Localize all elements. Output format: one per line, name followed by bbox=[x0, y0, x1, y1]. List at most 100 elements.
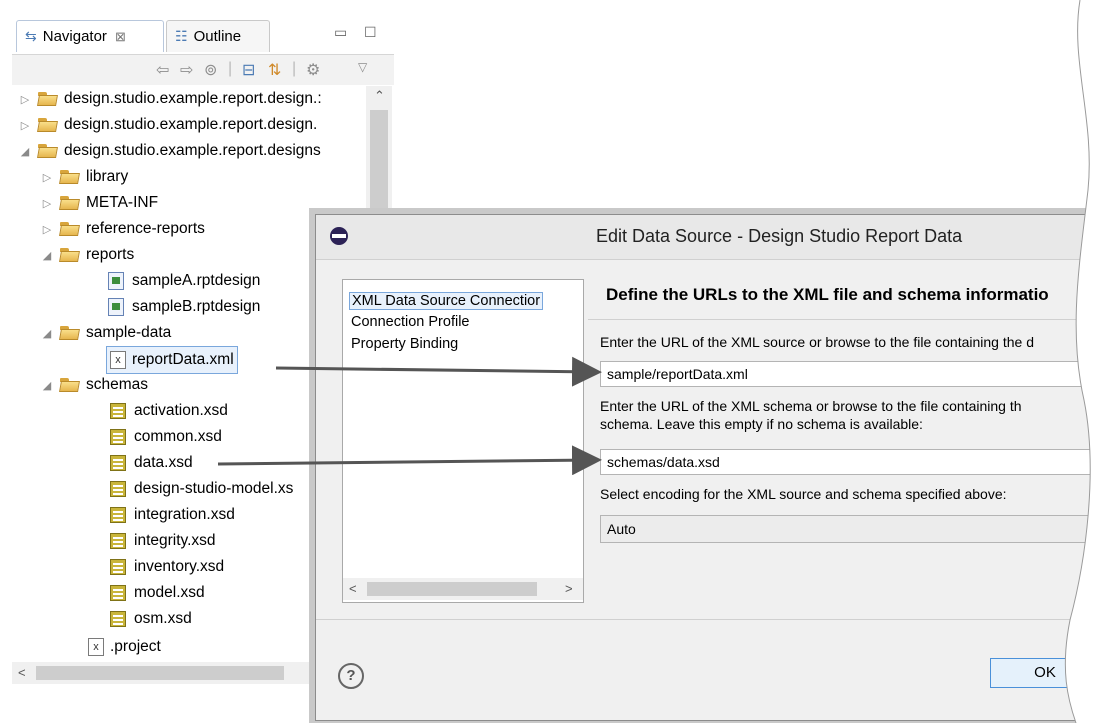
tab-outline[interactable]: ☷ Outline bbox=[166, 20, 270, 52]
tree-item-label: inventory.xsd bbox=[134, 558, 225, 575]
forward-icon[interactable]: ⇨ bbox=[180, 60, 193, 80]
folder-icon bbox=[60, 196, 80, 210]
expand-icon[interactable]: ▷ bbox=[40, 197, 54, 210]
dialog-title: Edit Data Source - Design Studio Report … bbox=[596, 226, 963, 246]
tree-item-label: reports bbox=[86, 246, 135, 263]
tree-item-label: reference-reports bbox=[86, 220, 205, 237]
tree-item-selected[interactable]: x reportData.xml bbox=[106, 346, 238, 374]
link-with-editor-icon[interactable]: ⇅ bbox=[268, 60, 281, 80]
tree-item[interactable]: osm.xsd bbox=[110, 606, 192, 632]
view-menu-icon[interactable]: ▽ bbox=[358, 60, 367, 74]
tree-item[interactable]: ▷ design.studio.example.report.design. bbox=[18, 112, 318, 138]
eclipse-icon bbox=[330, 227, 348, 245]
filter-icon[interactable]: ⚙ bbox=[306, 60, 320, 80]
page-list: XML Data Source Connectior Connection Pr… bbox=[342, 279, 584, 603]
expand-icon[interactable]: ▷ bbox=[40, 171, 54, 184]
up-icon[interactable]: ⊚ bbox=[204, 60, 217, 80]
minimize-icon[interactable]: ▭ bbox=[334, 24, 347, 41]
tree-item[interactable]: ▷ reference-reports bbox=[40, 216, 205, 242]
collapse-icon[interactable]: ◢ bbox=[40, 379, 54, 392]
xsd-file-icon bbox=[110, 403, 126, 419]
tree-item[interactable]: ◢ design.studio.example.report.designs bbox=[18, 138, 321, 164]
tree-item[interactable]: data.xsd bbox=[110, 450, 193, 476]
scroll-thumb[interactable] bbox=[367, 582, 537, 596]
tree-item[interactable]: ◢ sample-data bbox=[40, 320, 172, 346]
edit-data-source-dialog: Edit Data Source - Design Studio Report … bbox=[315, 214, 1101, 721]
scroll-up-icon[interactable]: ⌃ bbox=[374, 88, 385, 104]
dialog-title-bar[interactable]: Edit Data Source - Design Studio Report … bbox=[316, 215, 1101, 260]
tree-item[interactable]: common.xsd bbox=[110, 424, 222, 450]
xml-source-input[interactable]: sample/reportData.xml bbox=[600, 361, 1101, 387]
expand-icon[interactable]: ▷ bbox=[18, 93, 32, 106]
tab-navigator[interactable]: ⇆ Navigator ⊠ bbox=[16, 20, 164, 52]
tree-item[interactable]: model.xsd bbox=[110, 580, 205, 606]
folder-icon bbox=[60, 170, 80, 184]
tree-item-label: activation.xsd bbox=[134, 402, 228, 419]
collapse-icon[interactable]: ◢ bbox=[40, 249, 54, 262]
schema-label-line2: schema. Leave this empty if no schema is… bbox=[600, 416, 923, 432]
page-item-property-binding[interactable]: Property Binding bbox=[351, 336, 458, 352]
xsd-file-icon bbox=[110, 429, 126, 445]
tree-item-label: sampleA.rptdesign bbox=[132, 272, 261, 289]
tree-item[interactable]: sampleB.rptdesign bbox=[108, 294, 260, 320]
horizontal-scrollbar[interactable]: < > bbox=[343, 578, 583, 600]
tree-item-label: data.xsd bbox=[134, 454, 193, 471]
tree-item[interactable]: inventory.xsd bbox=[110, 554, 224, 580]
navigator-toolbar: ⇦ ⇨ ⊚ | ⊟ ⇅ | ⚙ ▽ bbox=[12, 54, 394, 85]
tree-item[interactable]: ▷ design.studio.example.report.design.: bbox=[18, 86, 322, 112]
project-folder-icon bbox=[38, 92, 58, 106]
scroll-thumb[interactable] bbox=[370, 110, 388, 228]
scroll-left-icon[interactable]: < bbox=[349, 581, 357, 596]
horizontal-scrollbar[interactable]: < bbox=[12, 662, 366, 684]
collapse-icon[interactable]: ◢ bbox=[18, 145, 32, 158]
divider bbox=[316, 619, 1101, 620]
encoding-select[interactable]: Auto bbox=[600, 515, 1101, 543]
folder-icon bbox=[60, 222, 80, 236]
encoding-label: Select encoding for the XML source and s… bbox=[600, 486, 1007, 502]
tree-item[interactable]: ◢ reports bbox=[40, 242, 134, 268]
xsd-file-icon bbox=[110, 611, 126, 627]
tree-item-label: common.xsd bbox=[134, 428, 222, 445]
tab-navigator-label: Navigator bbox=[42, 28, 107, 45]
page-heading: Define the URLs to the XML file and sche… bbox=[606, 285, 1049, 304]
tree-item-label: integrity.xsd bbox=[134, 532, 216, 549]
view-tab-bar: ⇆ Navigator ⊠ ☷ Outline ▭ ☐ bbox=[12, 14, 394, 56]
maximize-icon[interactable]: ☐ bbox=[364, 24, 377, 41]
report-design-icon bbox=[108, 272, 124, 290]
help-icon[interactable]: ? bbox=[338, 663, 364, 689]
scroll-thumb[interactable] bbox=[36, 666, 284, 680]
collapse-all-icon[interactable]: ⊟ bbox=[242, 60, 255, 80]
tree-item[interactable]: sampleA.rptdesign bbox=[108, 268, 260, 294]
tree-item-label: model.xsd bbox=[134, 584, 205, 601]
xml-file-icon: x bbox=[110, 351, 126, 369]
page-item-xml-connection[interactable]: XML Data Source Connectior bbox=[349, 292, 544, 310]
xsd-file-icon bbox=[110, 533, 126, 549]
xsd-file-icon bbox=[110, 507, 126, 523]
tree-item-label: .project bbox=[110, 638, 161, 655]
project-file-icon: x bbox=[88, 638, 104, 656]
tree-item[interactable]: ▷ META-INF bbox=[40, 190, 158, 216]
close-icon[interactable]: ⊠ bbox=[115, 29, 126, 45]
schema-input[interactable]: schemas/data.xsd bbox=[600, 449, 1101, 475]
navigator-tree: ▷ design.studio.example.report.design.: ▷… bbox=[12, 86, 364, 662]
expand-icon[interactable]: ▷ bbox=[40, 223, 54, 236]
page-item-connection-profile[interactable]: Connection Profile bbox=[351, 314, 470, 330]
tree-item[interactable]: x .project bbox=[88, 634, 161, 660]
folder-icon bbox=[60, 326, 80, 340]
xsd-file-icon bbox=[110, 559, 126, 575]
tree-item[interactable]: ▷ library bbox=[40, 164, 128, 190]
tree-item[interactable]: integration.xsd bbox=[110, 502, 235, 528]
tree-item-label: schemas bbox=[86, 376, 149, 393]
back-icon[interactable]: ⇦ bbox=[156, 60, 169, 80]
tree-item[interactable]: activation.xsd bbox=[110, 398, 228, 424]
tree-item-label: design-studio-model.xs bbox=[134, 480, 294, 497]
scroll-right-icon[interactable]: > bbox=[565, 581, 573, 596]
collapse-icon[interactable]: ◢ bbox=[40, 327, 54, 340]
xml-source-label: Enter the URL of the XML source or brows… bbox=[600, 334, 1034, 350]
tree-item[interactable]: integrity.xsd bbox=[110, 528, 216, 554]
tree-item-label: design.studio.example.report.design.: bbox=[64, 90, 322, 107]
tree-item[interactable]: design-studio-model.xs bbox=[110, 476, 293, 502]
tree-item[interactable]: ◢ schemas bbox=[40, 372, 148, 398]
expand-icon[interactable]: ▷ bbox=[18, 119, 32, 132]
scroll-left-icon[interactable]: < bbox=[18, 665, 26, 680]
